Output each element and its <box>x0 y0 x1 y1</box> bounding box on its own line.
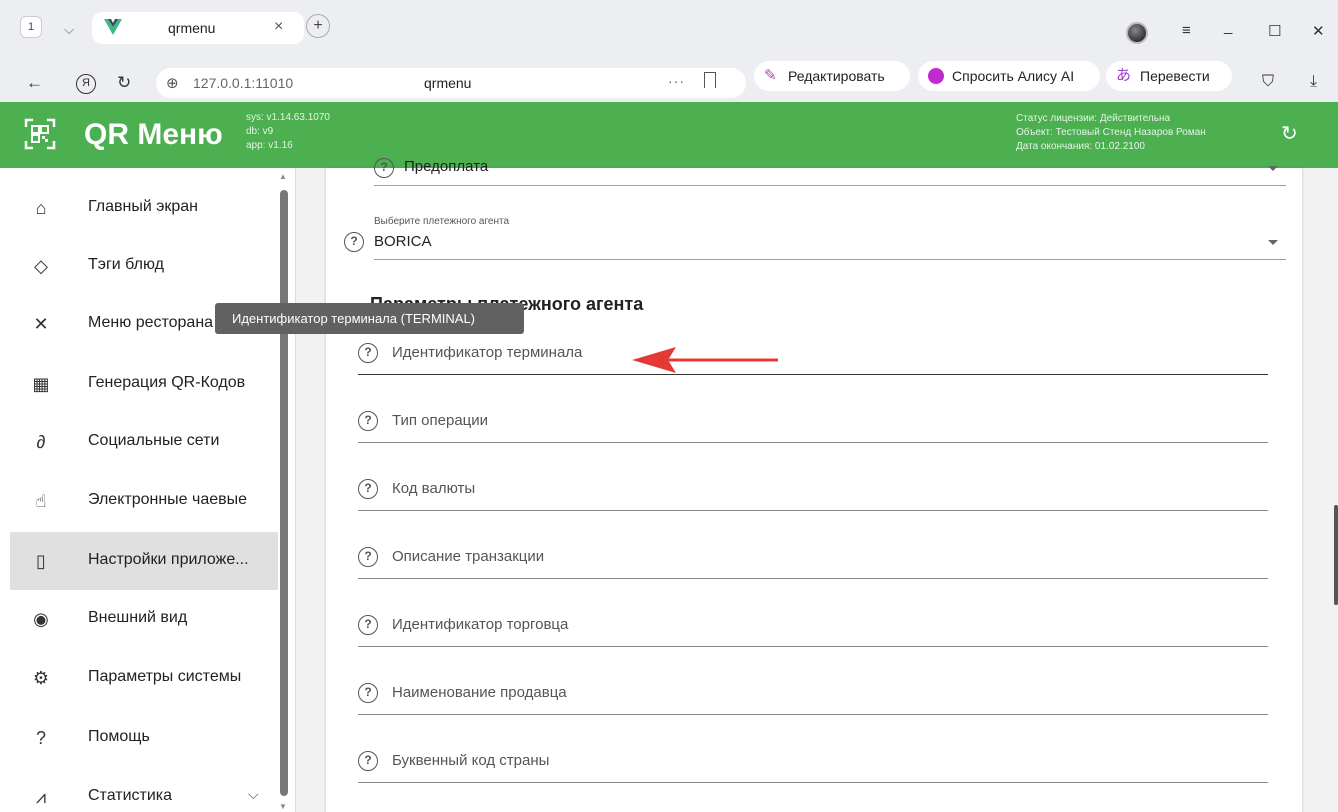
help-icon: ? <box>35 728 46 748</box>
scroll-down-arrow-icon[interactable]: ▼ <box>279 802 287 811</box>
bookmark-icon[interactable] <box>704 72 716 88</box>
reload-icon[interactable]: ↻ <box>117 73 131 93</box>
help-icon[interactable]: ? <box>358 615 378 635</box>
back-arrow-icon[interactable]: ← <box>26 73 43 93</box>
operation-type-field[interactable]: ? Тип операции <box>358 399 1268 443</box>
translate-label: Перевести <box>1140 68 1210 84</box>
home-icon: ⌂ <box>35 198 47 218</box>
app-version: app: v1.16 <box>246 140 293 151</box>
sidebar-scrollbar[interactable] <box>280 190 288 796</box>
help-icon[interactable]: ? <box>358 547 378 567</box>
cutlery-icon: ✕ <box>33 314 49 334</box>
sidebar-item-qr[interactable]: ▦ Генерация QR-Кодов <box>10 355 278 413</box>
help-icon[interactable]: ? <box>344 232 364 252</box>
screen: 1 ⌵ qrmenu × + ≡ _ ☐ ✕ ← Я ↻ ⊕ 127.0.0.1… <box>0 0 1338 812</box>
pen-sparkle-icon: ✎ <box>764 67 777 84</box>
ask-alice-button[interactable]: Спросить Алису AI <box>918 61 1100 91</box>
sidebar-item-stats[interactable]: ⩘ Статистика ⌵ <box>10 768 278 812</box>
help-icon[interactable]: ? <box>358 479 378 499</box>
dropdown-arrow-icon <box>1268 240 1278 245</box>
maximize-icon[interactable]: ☐ <box>1268 22 1281 40</box>
seller-name-field[interactable]: ? Наименование продавца <box>358 671 1268 715</box>
settings-card: ? Предоплата Выберите плетежного агента … <box>326 158 1302 812</box>
tab-close-icon[interactable]: × <box>274 18 283 36</box>
browser-tab[interactable]: qrmenu × <box>92 12 304 44</box>
chart-icon: ⩘ <box>35 787 47 807</box>
license-object: Объект: Тестовый Стенд Назаров Роман <box>1016 127 1206 138</box>
sidebar-item-help[interactable]: ? Помощь <box>10 709 278 767</box>
more-dots-icon[interactable]: ··· <box>668 73 685 89</box>
red-arrow-annotation-icon <box>632 347 778 373</box>
license-info: Статус лицензии: Действительна Объект: Т… <box>1016 112 1206 154</box>
payment-agent-select[interactable]: Выберите плетежного агента ? BORICA <box>344 208 1286 260</box>
qr-logo-icon <box>24 118 56 150</box>
edit-button[interactable]: ✎ Редактировать <box>754 61 910 91</box>
eye-icon: ◉ <box>33 609 49 629</box>
chevron-down-icon: ⌵ <box>248 786 259 802</box>
tab-title: qrmenu <box>168 20 216 36</box>
app-settings-icon: ▯ <box>36 551 46 571</box>
qr-code-icon: ▦ <box>32 374 50 394</box>
sidebar-item-tags[interactable]: ◇ Тэги блюд <box>10 237 278 295</box>
sidebar: ⌂ Главный экран ◇ Тэги блюд ✕ Меню ресторан… <box>0 168 296 812</box>
gear-icon: ⚙ <box>32 668 50 688</box>
currency-code-field[interactable]: ? Код валюты <box>358 467 1268 511</box>
refresh-license-icon[interactable]: ↻ <box>1281 121 1298 146</box>
download-icon[interactable]: ⤓ <box>1310 73 1317 91</box>
translate-icon: あ <box>1116 67 1132 84</box>
sidebar-item-app-settings[interactable]: ▯ Настройки приложе... <box>10 532 278 590</box>
transaction-description-field[interactable]: ? Описание транзакции <box>358 535 1268 579</box>
terminal-id-field[interactable]: ? Идентификатор терминала <box>358 331 1268 375</box>
tab-counter[interactable]: 1 <box>20 16 42 38</box>
translate-button[interactable]: あ Перевести <box>1106 61 1232 91</box>
sys-version: sys: v1.14.63.1070 <box>246 112 330 123</box>
profile-avatar[interactable] <box>1126 22 1148 44</box>
help-icon[interactable]: ? <box>358 683 378 703</box>
scroll-up-arrow-icon[interactable]: ▲ <box>279 172 287 181</box>
page-title-in-urlbar: qrmenu <box>424 75 472 91</box>
payment-agent-label: Выберите плетежного агента <box>374 216 510 227</box>
version-info: sys: v1.14.63.1070 db: v9 app: v1.16 <box>246 111 330 153</box>
url-text[interactable]: 127.0.0.1:11010 <box>193 75 293 91</box>
prepay-select[interactable]: ? Предоплата <box>374 154 1286 186</box>
link-icon: ∂ <box>36 432 46 452</box>
sidebar-item-appearance[interactable]: ◉ Внешний вид <box>10 590 278 648</box>
sidebar-item-system[interactable]: ⚙ Параметры системы <box>10 649 278 707</box>
payment-agent-value: BORICA <box>374 233 432 250</box>
tip-hand-icon: ☝ <box>35 491 47 511</box>
browser-menu-icon[interactable]: ≡ <box>1182 22 1191 39</box>
dropdown-arrow-icon <box>1268 166 1278 171</box>
sidebar-item-social[interactable]: ∂ Социальные сети <box>10 413 278 471</box>
tag-icon: ◇ <box>34 256 48 276</box>
license-end-date: Дата окончания: 01.02.2100 <box>1016 141 1145 152</box>
reader-mode-icon[interactable]: ⛉ <box>1262 73 1274 91</box>
globe-icon: ⊕ <box>166 75 179 92</box>
page-scrollbar[interactable] <box>1334 505 1338 605</box>
help-icon[interactable]: ? <box>358 343 378 363</box>
merchant-id-field[interactable]: ? Идентификатор торговца <box>358 603 1268 647</box>
sidebar-item-tips[interactable]: ☝ Электронные чаевые <box>10 472 278 530</box>
alice-icon <box>928 61 944 95</box>
prepay-value: Предоплата <box>404 158 489 175</box>
terminal-tooltip: Идентификатор терминала (TERMINAL) <box>215 303 524 334</box>
browser-tab-bar: 1 ⌵ qrmenu × + ≡ _ ☐ ✕ <box>0 0 1338 64</box>
app-brand: QR Меню <box>84 118 223 151</box>
help-icon[interactable]: ? <box>358 751 378 771</box>
vue-logo-icon <box>104 19 122 35</box>
main-content: ? Предоплата Выберите плетежного агента … <box>296 158 1338 812</box>
url-box[interactable]: ⊕ 127.0.0.1:11010 qrmenu ··· <box>156 68 746 98</box>
new-tab-plus-icon[interactable]: + <box>306 14 330 38</box>
minimize-icon[interactable]: _ <box>1224 18 1232 35</box>
alice-label: Спросить Алису AI <box>952 68 1075 84</box>
help-icon[interactable]: ? <box>358 411 378 431</box>
country-code-field[interactable]: ? Буквенный код страны <box>358 739 1268 783</box>
license-status: Статус лицензии: Действительна <box>1016 113 1171 124</box>
window-close-icon[interactable]: ✕ <box>1312 22 1325 40</box>
edit-label: Редактировать <box>788 68 885 84</box>
db-version: db: v9 <box>246 126 274 137</box>
help-icon[interactable]: ? <box>374 158 394 178</box>
sidebar-item-home[interactable]: ⌂ Главный экран <box>10 179 278 237</box>
yandex-logo-icon[interactable]: Я <box>76 74 96 94</box>
tab-list-chevron-icon[interactable]: ⌵ <box>58 22 80 38</box>
